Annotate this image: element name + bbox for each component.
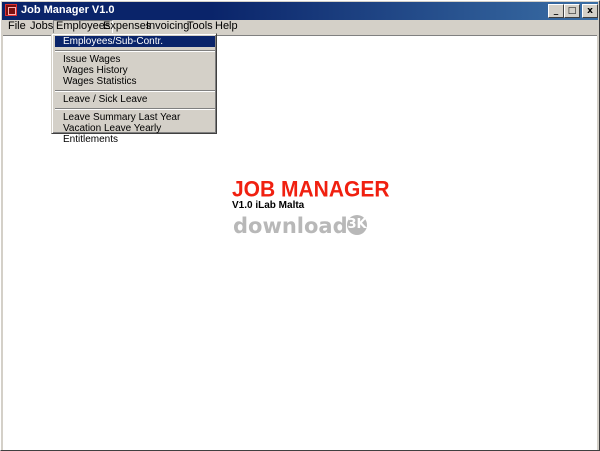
logo-subtitle: V1.0 iLab Malta [232,200,305,211]
menu-file[interactable]: File [6,20,28,34]
app-window: Job Manager V1.0 _ □ x File Jobs Employe… [0,0,600,451]
window-title: Job Manager V1.0 [21,4,115,16]
menu-item-wages-history[interactable]: Wages History [55,65,215,76]
menu-item-vacation-entitlements[interactable]: Vacation Leave Yearly Entitlements [55,123,215,145]
menu-jobs[interactable]: Jobs [28,20,55,34]
menu-item-wages-statistics[interactable]: Wages Statistics [55,76,215,87]
watermark-text: download [233,214,348,238]
menu-bar: File Jobs Employees Expenses Invoicing T… [2,20,598,34]
menu-item-issue-wages[interactable]: Issue Wages [55,54,215,65]
menu-separator [55,90,215,92]
menu-tools[interactable]: Tools [185,20,215,34]
menu-item-leave-sick-leave[interactable]: Leave / Sick Leave [55,94,215,105]
app-icon[interactable] [5,4,17,16]
minimize-button[interactable]: _ [548,4,564,18]
close-icon: x [587,6,593,16]
menu-item-employees-subcontr[interactable]: Employees/Sub-Contr. [55,36,215,47]
maximize-button[interactable]: □ [564,4,580,18]
maximize-icon: □ [567,6,577,16]
watermark-badge-icon: 3K [347,215,367,235]
minimize-icon: _ [553,6,559,16]
menu-item-leave-summary[interactable]: Leave Summary Last Year [55,112,215,123]
employees-dropdown-menu: Employees/Sub-Contr. Issue Wages Wages H… [51,33,217,145]
menu-separator [55,50,215,52]
menu-separator [55,108,215,110]
menu-help[interactable]: Help [213,20,240,34]
close-button[interactable]: x [582,4,598,18]
title-bar[interactable]: Job Manager V1.0 _ □ x [2,2,598,20]
logo-title: JOB MANAGER [232,177,390,202]
